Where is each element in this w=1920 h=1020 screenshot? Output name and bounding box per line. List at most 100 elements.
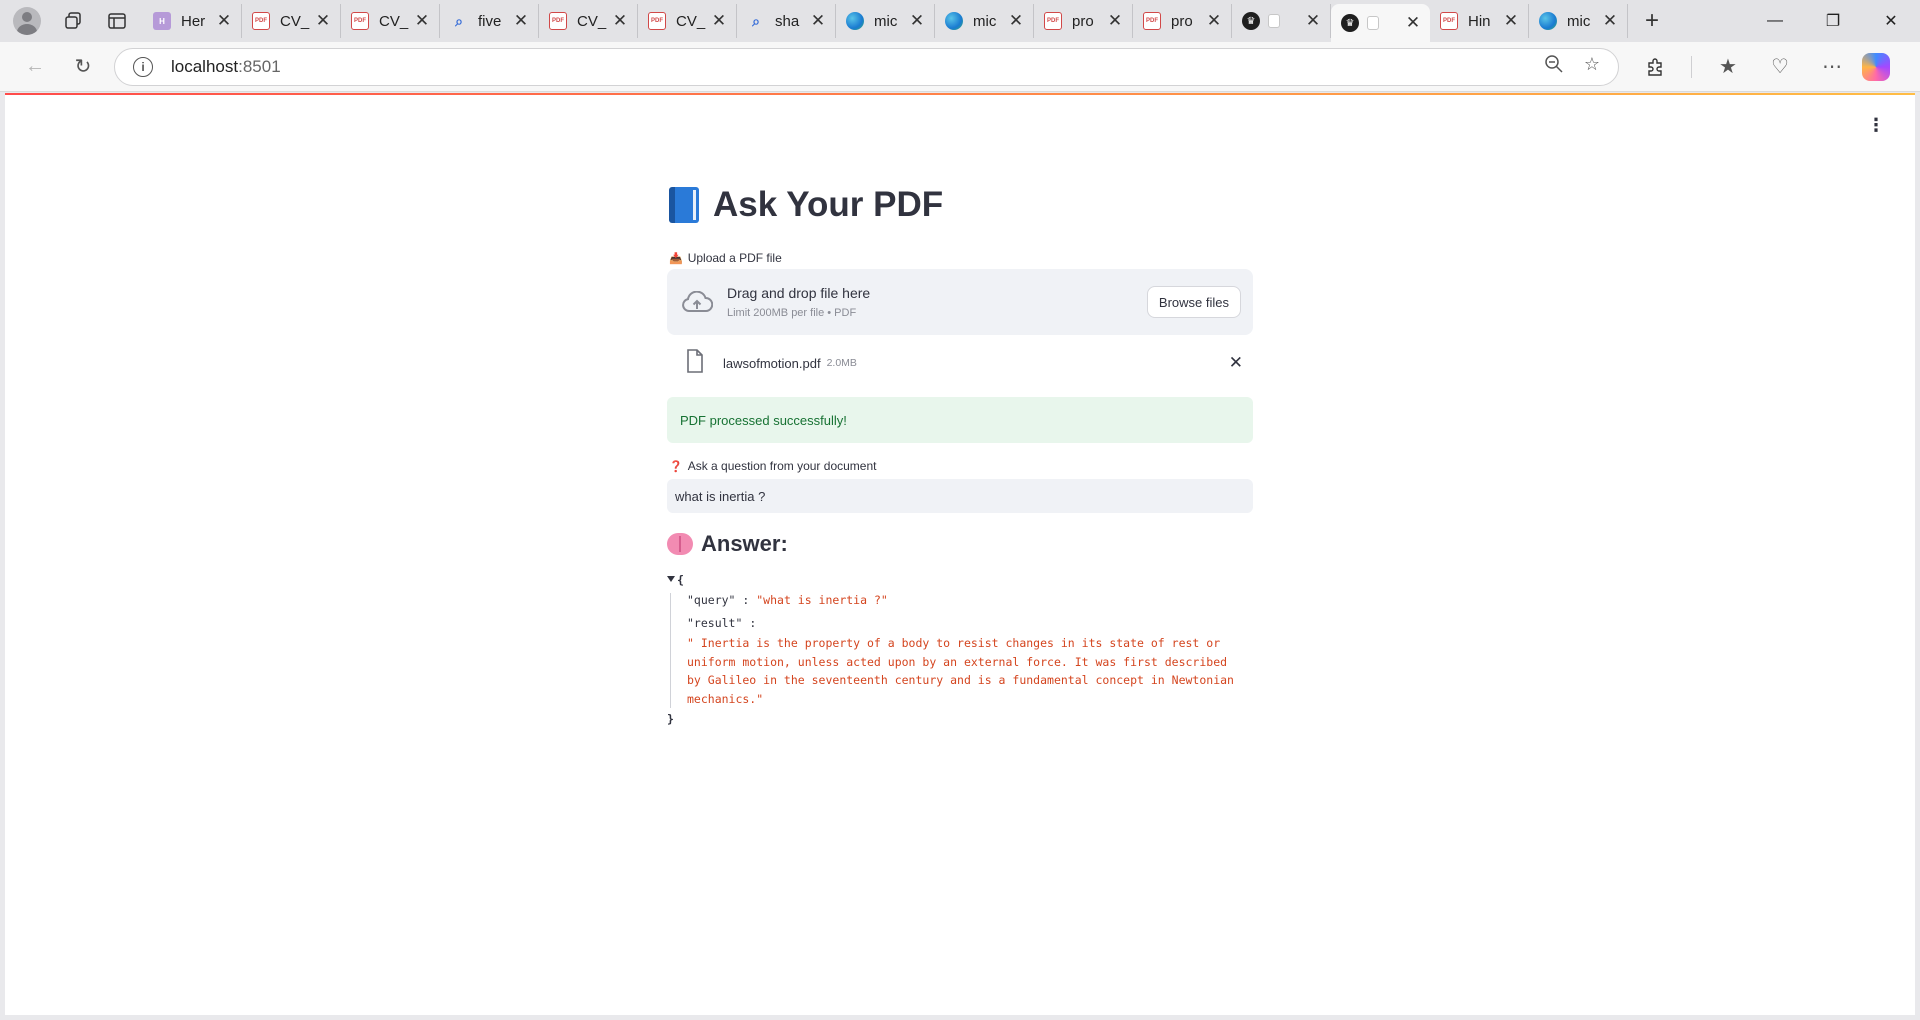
- tab-close-icon[interactable]: ✕: [413, 11, 431, 31]
- browser-tab[interactable]: PDF CV_ ✕: [341, 4, 440, 38]
- json-body: "query" : "what is inertia ?" "result" :…: [670, 593, 1257, 709]
- document-icon: [1268, 14, 1280, 28]
- vertical-tabs-icon[interactable]: [99, 5, 135, 37]
- crown-icon: ♛: [1242, 12, 1260, 30]
- tab-close-icon[interactable]: ✕: [809, 11, 827, 31]
- browser-tab[interactable]: ♛ ✕: [1331, 4, 1430, 42]
- browser-tab[interactable]: H Her ✕: [143, 4, 242, 38]
- url-text: localhost:8501: [171, 57, 281, 77]
- back-button[interactable]: ←: [14, 49, 56, 85]
- tab-title: CV_: [577, 12, 607, 30]
- json-result-value: " Inertia is the property of a body to r…: [687, 636, 1234, 706]
- json-result-sep: :: [742, 616, 757, 630]
- tab-title: sha: [775, 12, 800, 30]
- site-info-icon[interactable]: i: [133, 56, 153, 77]
- red-question-mark-icon: ❓: [669, 460, 683, 473]
- browser-tab[interactable]: ♛ ✕: [1232, 4, 1331, 38]
- new-tab-button[interactable]: +: [1632, 5, 1672, 37]
- upload-label: 📥 Upload a PDF file: [669, 251, 782, 265]
- browser-tab[interactable]: PDF Hin ✕: [1430, 4, 1529, 38]
- json-result-key: "result": [687, 616, 743, 630]
- profile-avatar-icon[interactable]: [13, 7, 41, 35]
- pdf-icon: PDF: [252, 12, 270, 30]
- pdf-icon: PDF: [1440, 12, 1458, 30]
- pdf-icon: PDF: [549, 12, 567, 30]
- browser-tab[interactable]: PDF CV_ ✕: [242, 4, 341, 38]
- restore-button[interactable]: ❐: [1804, 0, 1862, 42]
- tab-close-icon[interactable]: ✕: [1007, 11, 1025, 31]
- question-input[interactable]: what is inertia ?: [667, 479, 1253, 513]
- pdf-icon: PDF: [648, 12, 666, 30]
- cloud-upload-icon: [681, 290, 714, 313]
- url-host: localhost: [171, 56, 239, 76]
- tab-title: Hin: [1468, 12, 1491, 30]
- question-label-text: Ask a question from your document: [687, 459, 877, 473]
- json-query-sep: :: [735, 593, 757, 607]
- tab-close-icon[interactable]: ✕: [908, 11, 926, 31]
- json-result-line: "result" : " Inertia is the property of …: [687, 616, 1257, 708]
- json-open[interactable]: {: [667, 573, 1257, 587]
- tab-title: CV_: [676, 12, 706, 30]
- tab-title: CV_: [379, 12, 409, 30]
- zoom-out-icon[interactable]: [1544, 54, 1564, 79]
- search-icon: ⌕: [455, 12, 463, 29]
- tab-close-icon[interactable]: ✕: [611, 11, 629, 31]
- search-icon: ⌕: [752, 12, 760, 29]
- tab-title: Her: [181, 12, 206, 30]
- browser-tab[interactable]: PDF CV_ ✕: [638, 4, 737, 38]
- page-title-text: Ask Your PDF: [713, 185, 944, 224]
- file-dropzone[interactable]: Drag and drop file here Limit 200MB per …: [667, 269, 1253, 335]
- tab-close-icon[interactable]: ✕: [215, 11, 233, 31]
- url-port: :8501: [238, 56, 281, 76]
- main-menu-icon[interactable]: ⋮: [1867, 115, 1885, 136]
- tab-close-icon[interactable]: ✕: [1304, 11, 1322, 31]
- document-icon: [1367, 16, 1379, 30]
- toolbar-divider: [1691, 55, 1692, 78]
- browser-tab[interactable]: mic ✕: [1529, 4, 1628, 38]
- tab-close-icon[interactable]: ✕: [512, 11, 530, 31]
- pdf-icon: PDF: [1044, 12, 1062, 30]
- file-size: 2.0MB: [826, 357, 857, 369]
- extensions-icon[interactable]: [1633, 49, 1677, 85]
- address-bar[interactable]: i localhost:8501 ☆: [114, 47, 1619, 86]
- remove-file-icon[interactable]: ✕: [1229, 353, 1243, 373]
- tab-close-icon[interactable]: ✕: [710, 11, 728, 31]
- browser-essentials-icon[interactable]: ♡: [1758, 49, 1802, 85]
- tab-close-icon[interactable]: ✕: [1106, 11, 1124, 31]
- json-open-brace: {: [677, 573, 684, 587]
- refresh-button[interactable]: ↻: [62, 49, 104, 85]
- tab-close-icon[interactable]: ✕: [1502, 11, 1520, 31]
- tab-title: CV_: [280, 12, 310, 30]
- favorites-icon[interactable]: ★: [1706, 49, 1750, 85]
- collapse-caret-icon[interactable]: [667, 576, 675, 582]
- pdf-icon: PDF: [351, 12, 369, 30]
- json-query-line: "query" : "what is inertia ?": [687, 593, 1257, 607]
- more-menu-icon[interactable]: ⋯: [1810, 49, 1854, 85]
- browser-tab[interactable]: PDF pro ✕: [1133, 4, 1232, 38]
- success-alert: PDF processed successfully!: [667, 397, 1253, 443]
- tab-close-icon[interactable]: ✕: [1404, 13, 1422, 33]
- browser-tab[interactable]: ⌕ five ✕: [440, 4, 539, 38]
- copilot-icon[interactable]: [1862, 52, 1890, 81]
- tab-close-icon[interactable]: ✕: [1601, 11, 1619, 31]
- browser-tab[interactable]: ⌕ sha ✕: [737, 4, 836, 38]
- json-query-key: "query": [687, 593, 736, 607]
- browse-files-button[interactable]: Browse files: [1146, 286, 1241, 318]
- pdf-icon: PDF: [1143, 12, 1161, 30]
- h-icon: H: [153, 12, 171, 30]
- workspaces-icon[interactable]: [55, 5, 91, 37]
- page-viewport: ⋮ Ask Your PDF 📥 Upload a PDF file Drag …: [5, 93, 1915, 1015]
- minimize-button[interactable]: —: [1746, 0, 1804, 42]
- favorite-star-icon[interactable]: ☆: [1584, 54, 1600, 79]
- browser-tab[interactable]: PDF pro ✕: [1034, 4, 1133, 38]
- browser-tab[interactable]: PDF CV_ ✕: [539, 4, 638, 38]
- close-window-button[interactable]: ✕: [1862, 0, 1920, 42]
- tab-close-icon[interactable]: ✕: [1205, 11, 1223, 31]
- json-close: }: [667, 712, 1257, 726]
- address-bar-actions: ☆: [1544, 54, 1600, 79]
- tab-close-icon[interactable]: ✕: [314, 11, 332, 31]
- answer-heading-text: Answer:: [701, 531, 788, 556]
- browser-tab[interactable]: mic ✕: [836, 4, 935, 38]
- tab-list: H Her ✕ PDF CV_ ✕ PDF CV_ ✕ ⌕ five ✕ PDF CV_ ✕ PDF CV_ ✕ ⌕…: [143, 0, 1628, 42]
- browser-tab[interactable]: mic ✕: [935, 4, 1034, 38]
